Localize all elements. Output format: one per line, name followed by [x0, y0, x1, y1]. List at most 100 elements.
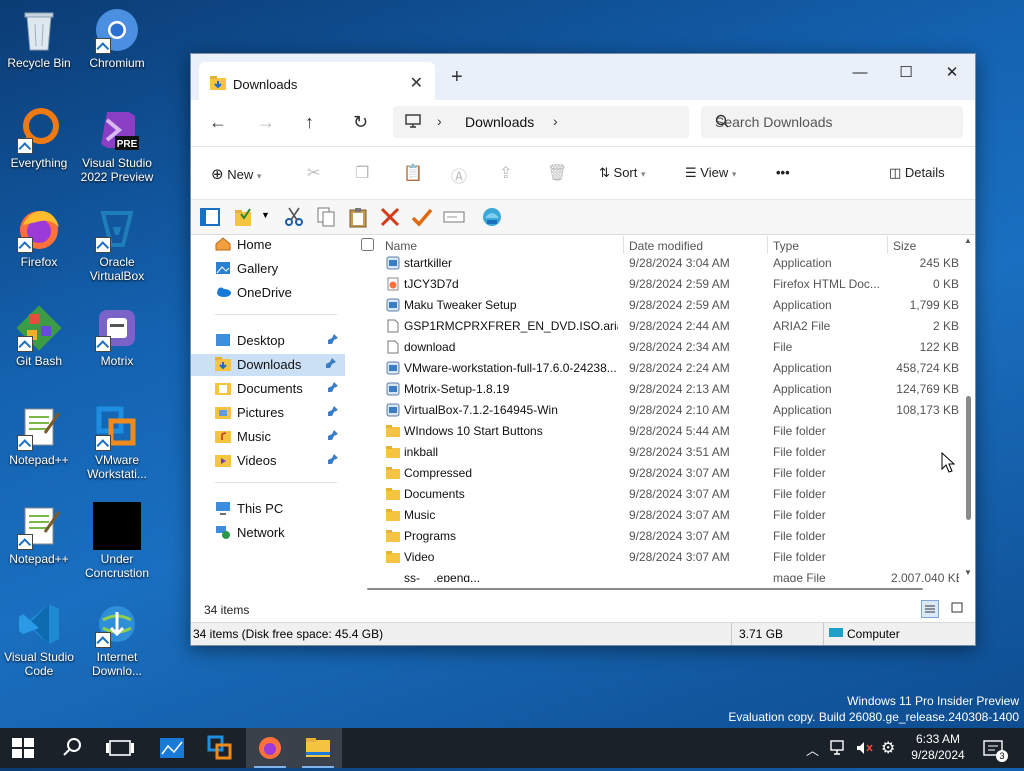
taskbar-firefox[interactable] [246, 728, 294, 768]
volume-muted-icon[interactable] [855, 740, 873, 759]
start-button[interactable] [0, 728, 48, 768]
desktop-icon-visual-studio[interactable]: PRE Visual Studio 2022 Preview [78, 106, 156, 184]
chevron-down-icon: ▾ [641, 169, 646, 179]
title-bar: Downloads ✕ + — ☐ ✕ [191, 54, 975, 100]
desktop-icon-internet-download-manager[interactable]: Internet Downlo... [78, 600, 156, 678]
cut-icon[interactable] [283, 206, 305, 228]
file-row[interactable]: Maku Tweaker Setup 9/28/2024 2:59 AM Appli… [351, 294, 963, 315]
taskbar-vmware[interactable] [196, 728, 244, 768]
file-row[interactable]: Motrix-Setup-1.8.19 9/28/2024 2:13 AM Appl… [351, 378, 963, 399]
address-bar[interactable]: › Downloads › [393, 106, 689, 138]
forward-arrow-icon[interactable]: → [257, 112, 275, 133]
sidebar-item-onedrive[interactable]: OneDrive [215, 282, 341, 304]
new-button[interactable]: ⊕ New ▾ [211, 165, 261, 183]
search-input[interactable]: Search Downloads [701, 106, 963, 138]
desktop-icon-motrix[interactable]: Motrix [78, 304, 156, 368]
tab-downloads[interactable]: Downloads ✕ [199, 62, 435, 100]
desktop-icon-chromium[interactable]: Chromium [78, 6, 156, 70]
file-row[interactable]: download 9/28/2024 2:34 AM File 122 KB [351, 336, 963, 357]
sidebar-item-network[interactable]: Network [215, 522, 341, 544]
desktop-icon-git-bash[interactable]: Git Bash [0, 304, 78, 368]
desktop-icon-vmware[interactable]: VMware Workstati... [78, 403, 156, 481]
close-window-button[interactable]: ✕ [929, 58, 975, 88]
desktop-icon-recycle-bin[interactable]: Recycle Bin [0, 6, 78, 70]
settings-gear-icon[interactable]: ⚙ [881, 738, 895, 758]
file-row[interactable]: Music 9/28/2024 3:07 AM File folder [351, 504, 963, 525]
file-date: 9/28/2024 3:07 AM [629, 508, 730, 522]
maximize-button[interactable]: ☐ [883, 58, 929, 88]
taskbar-app-1[interactable] [148, 728, 196, 768]
tab-close-icon[interactable]: ✕ [410, 73, 423, 93]
vertical-scrollbar[interactable]: ▲ ▼ [961, 234, 975, 580]
desktop-icon-virtualbox[interactable]: Oracle VirtualBox [78, 205, 156, 283]
checkmark-icon[interactable] [411, 206, 433, 228]
file-row[interactable]: startkiller 9/28/2024 3:04 AM Application 2… [351, 252, 963, 273]
share-icon[interactable]: ⇪ [499, 163, 512, 183]
sidebar-item-videos[interactable]: Videos [215, 450, 341, 472]
file-row[interactable]: Programs 9/28/2024 3:07 AM File folder [351, 525, 963, 546]
copy-icon[interactable]: ❐ [355, 163, 369, 183]
delete-x-icon[interactable] [379, 206, 401, 228]
refresh-icon[interactable]: ↻ [353, 112, 368, 133]
shell-icon[interactable] [481, 206, 503, 228]
paste-icon[interactable] [347, 206, 369, 228]
desktop-icon-notepadpp-2[interactable]: Notepad++ [0, 502, 78, 566]
new-tab-button[interactable]: + [451, 66, 463, 89]
desktop-icon-vscode[interactable]: Visual Studio Code [0, 600, 78, 678]
sidebar-item-pictures[interactable]: Pictures [215, 402, 341, 424]
taskbar-file-explorer[interactable] [294, 728, 342, 768]
search-button[interactable] [48, 728, 96, 768]
file-row[interactable]: Compressed 9/28/2024 3:07 AM File folder [351, 462, 963, 483]
task-view-button[interactable] [96, 728, 144, 768]
file-row[interactable]: Documents 9/28/2024 3:07 AM File folder [351, 483, 963, 504]
desktop-icon-label: Oracle VirtualBox [89, 255, 145, 283]
application-icon [386, 403, 400, 417]
scroll-down-icon[interactable]: ▼ [964, 568, 972, 577]
sidebar-item-home[interactable]: Home [215, 234, 341, 256]
paste-icon[interactable]: 📋 [403, 163, 423, 183]
breadcrumb[interactable]: Downloads [465, 114, 534, 130]
desktop-icon-firefox[interactable]: Firefox [0, 205, 78, 269]
copy-icon[interactable] [315, 206, 337, 228]
scroll-up-icon[interactable]: ▲ [964, 236, 972, 245]
folder-check-icon[interactable] [233, 206, 255, 228]
sidebar-item-this-pc[interactable]: This PC [215, 498, 341, 520]
chevron-right-icon[interactable]: › [553, 113, 558, 129]
more-options-button[interactable]: ••• [776, 165, 790, 180]
sidebar-item-gallery[interactable]: Gallery [215, 258, 341, 280]
back-arrow-icon[interactable]: ← [209, 112, 227, 133]
file-row[interactable]: inkball 9/28/2024 3:51 AM File folder [351, 441, 963, 462]
sidebar-item-downloads[interactable]: Downloads [191, 354, 345, 376]
file-row[interactable]: VirtualBox-7.1.2-164945-Win 9/28/2024 2:1… [351, 399, 963, 420]
desktop-icon-under-concrustion[interactable]: Under Concrustion [78, 502, 156, 580]
horizontal-scrollbar[interactable] [367, 588, 923, 590]
tiles-view-toggle[interactable] [949, 600, 967, 618]
delete-icon[interactable]: 🗑 [547, 163, 567, 183]
file-row[interactable]: VMware-workstation-full-17.6.0-24238... 9… [351, 357, 963, 378]
file-row[interactable]: WIndows 10 Start Buttons 9/28/2024 5:44 A… [351, 420, 963, 441]
scrollbar-thumb[interactable] [966, 396, 971, 520]
sort-button[interactable]: ⇅ Sort ▾ [599, 165, 646, 181]
rename-field-icon[interactable] [443, 206, 465, 228]
sidebar-item-desktop[interactable]: Desktop [215, 330, 341, 352]
pane-toggle-icon[interactable] [199, 206, 221, 228]
chevron-down-icon[interactable]: ▼ [261, 210, 283, 232]
file-row[interactable]: ss- _ .epeng... mage File 2,007,040 KB [351, 567, 963, 582]
details-view-toggle[interactable] [921, 600, 939, 618]
desktop-icon-everything[interactable]: Everything [0, 106, 78, 170]
cut-icon[interactable]: ✂ [307, 163, 320, 183]
file-row[interactable]: Video 9/28/2024 3:07 AM File folder [351, 546, 963, 567]
sidebar-item-music[interactable]: Music [215, 426, 341, 448]
minimize-button[interactable]: — [837, 58, 883, 88]
desktop-icon-notepadpp[interactable]: Notepad++ [0, 403, 78, 467]
file-row[interactable]: GSP1RMCPRXFRER_EN_DVD.ISO.aria2 9/28/2024… [351, 315, 963, 336]
sidebar-item-documents[interactable]: Documents [215, 378, 341, 400]
rename-icon[interactable]: Ⓐ [451, 163, 467, 187]
file-row[interactable]: tJCY3D7d 9/28/2024 2:59 AM Firefox HTML Do… [351, 273, 963, 294]
network-tray-icon[interactable] [830, 740, 848, 759]
details-button[interactable]: ◫ Details [889, 165, 945, 181]
chevron-up-icon[interactable]: ︿ [806, 740, 819, 759]
up-arrow-icon[interactable]: ↑ [305, 112, 314, 133]
clock[interactable]: 6:33 AM 9/28/2024 [906, 731, 970, 763]
view-button[interactable]: ☰ View ▾ [685, 165, 736, 181]
